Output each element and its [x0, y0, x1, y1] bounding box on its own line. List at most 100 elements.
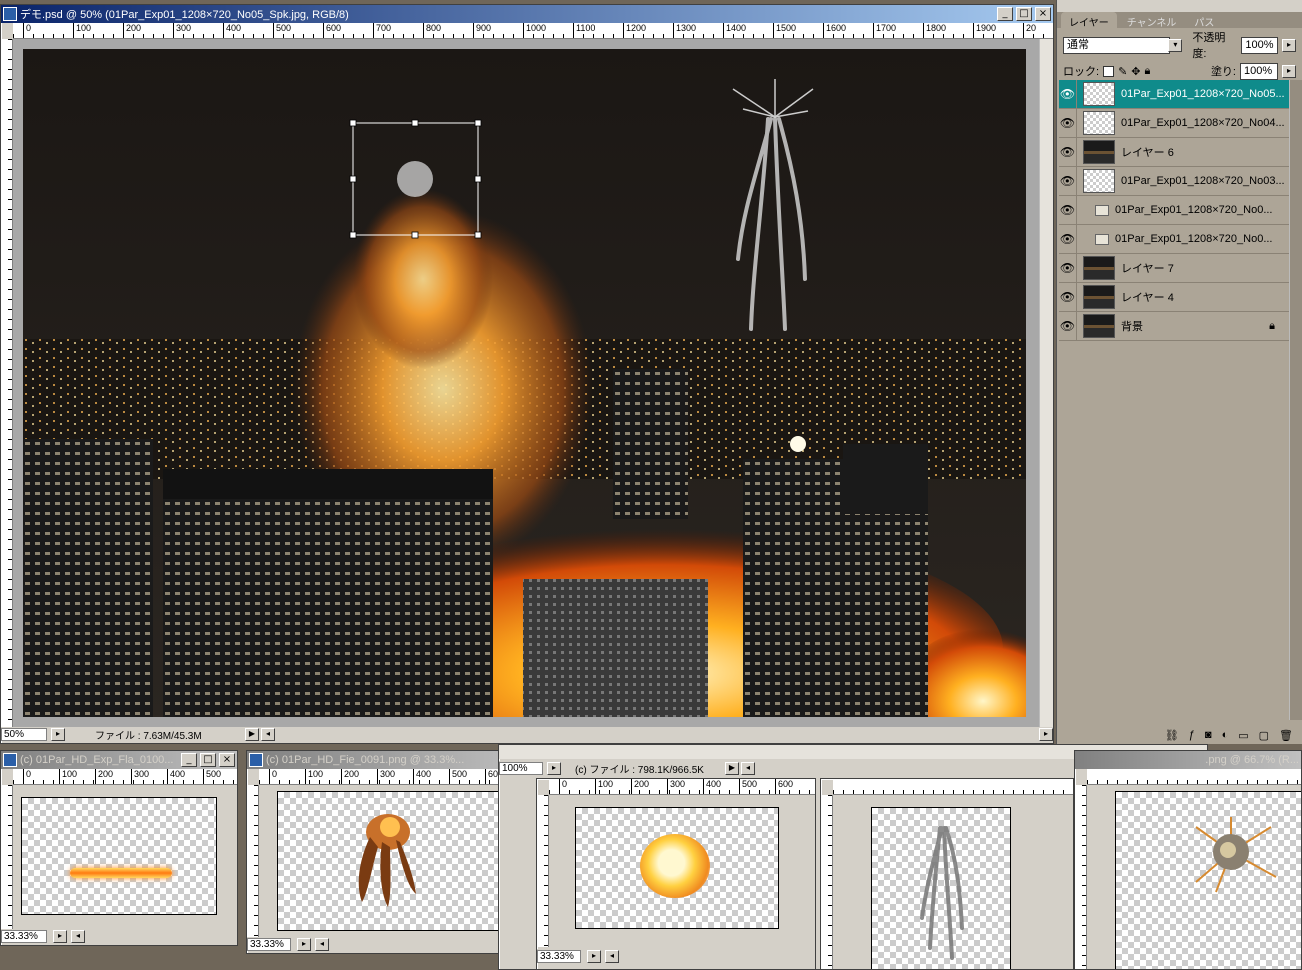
layer-row[interactable]: 👁︎ 01Par_Exp01_1208×720_No0...: [1059, 195, 1289, 225]
mask-icon[interactable]: ◙: [1205, 729, 1212, 741]
blend-mode-select[interactable]: 通常: [1063, 36, 1171, 54]
lock-brush-icon[interactable]: ✎: [1118, 65, 1127, 78]
lock-transparency-icon[interactable]: [1103, 65, 1115, 77]
status-menu-icon[interactable]: ▸: [53, 929, 67, 943]
scroll-left-icon[interactable]: ◂: [741, 761, 755, 775]
close-button[interactable]: ×: [1035, 7, 1051, 21]
eye-icon[interactable]: 👁︎: [1059, 79, 1077, 109]
explosion-graphic: [640, 834, 710, 898]
ruler-tick-label: 300: [377, 769, 395, 784]
tab-paths[interactable]: パス: [1186, 12, 1222, 29]
sub-3-zoom[interactable]: 100%: [499, 761, 543, 775]
sub-window-spark[interactable]: .png @ 66.7% (R...: [1074, 750, 1302, 970]
sub-1-zoom[interactable]: 33.33%: [1, 929, 47, 943]
sub-ruler-v[interactable]: [1075, 785, 1087, 969]
layer-row[interactable]: 👁︎ 背景 🔒︎: [1059, 311, 1289, 341]
sub-canvas-1[interactable]: [21, 797, 217, 915]
new-group-icon[interactable]: ▭: [1238, 729, 1248, 742]
scroll-left-icon[interactable]: ◂: [605, 949, 619, 963]
status-menu-icon[interactable]: ▸: [587, 949, 601, 963]
sub-ruler-v[interactable]: [1, 785, 13, 929]
lock-all-icon[interactable]: 🔒︎: [1145, 65, 1151, 78]
sub-window-2-titlebar[interactable]: (c) 01Par_HD_Fie_0091.png @ 33.3%... _: [247, 751, 531, 769]
close-button[interactable]: ×: [219, 753, 235, 767]
scroll-left-icon[interactable]: ◂: [71, 929, 85, 943]
layer-style-icon[interactable]: ƒ: [1189, 729, 1195, 741]
sub-4-zoom[interactable]: 33.33%: [537, 949, 581, 963]
sub-window-explosion[interactable]: 0 100 200 300 400 500 600 33.33% ▸ ◂: [536, 778, 816, 970]
ruler-tick-label: 500: [273, 23, 291, 38]
new-layer-icon[interactable]: ▢: [1259, 729, 1269, 742]
sub-window-1-titlebar[interactable]: (c) 01Par_HD_Exp_Fla_0100... _ □ ×: [1, 751, 237, 769]
maximize-button[interactable]: □: [200, 753, 216, 767]
sub-ruler-h[interactable]: 0100200300400500600: [13, 769, 237, 785]
trash-icon[interactable]: 🗑︎: [1279, 729, 1293, 742]
sub-ruler-h[interactable]: [833, 779, 1073, 795]
vertical-ruler[interactable]: [1, 39, 13, 727]
sub-2-zoom[interactable]: 33.33%: [247, 937, 291, 951]
minimize-button[interactable]: _: [181, 753, 197, 767]
eye-icon[interactable]: 👁︎: [1059, 137, 1077, 167]
layer-row[interactable]: 👁︎ レイヤー 4: [1059, 282, 1289, 312]
eye-icon[interactable]: 👁︎: [1059, 108, 1077, 138]
lock-move-icon[interactable]: ✥: [1131, 65, 1140, 78]
sub-ruler-v[interactable]: [821, 795, 833, 969]
layer-row[interactable]: 👁︎ 01Par_Exp01_1208×720_No03...: [1059, 166, 1289, 196]
main-window-titlebar[interactable]: デモ.psd @ 50% (01Par_Exp01_1208×720_No05_…: [1, 5, 1053, 23]
horizontal-ruler[interactable]: 0 100 200 300 400 500 600 700 800 900 1000 1100 1200…: [13, 23, 1053, 39]
sub-ruler-v[interactable]: [537, 795, 549, 947]
sub-ruler-h[interactable]: [1087, 769, 1301, 785]
status-arrow-icon[interactable]: ▶: [245, 727, 259, 741]
scroll-left-icon[interactable]: ◂: [315, 937, 329, 951]
sub-window-1[interactable]: (c) 01Par_HD_Exp_Fla_0100... _ □ × 0 100 2…: [0, 750, 238, 946]
zoom-level[interactable]: 50%: [1, 727, 47, 741]
eye-icon[interactable]: 👁︎: [1059, 311, 1077, 341]
sub-canvas-5[interactable]: [1115, 791, 1301, 969]
chevron-down-icon[interactable]: ▾: [1168, 38, 1183, 52]
status-arrow-icon[interactable]: ▶: [725, 761, 739, 775]
panel-titlebar[interactable]: [1057, 0, 1302, 12]
eye-icon[interactable]: 👁︎: [1059, 224, 1077, 254]
fill-input[interactable]: 100%: [1240, 62, 1278, 80]
scroll-left-icon[interactable]: ◂: [261, 727, 275, 741]
layer-row[interactable]: 👁︎ 01Par_Exp01_1208×720_No05...: [1059, 79, 1289, 109]
tab-layers[interactable]: レイヤー: [1061, 12, 1117, 29]
opacity-arrow-icon[interactable]: ▸: [1282, 38, 1297, 52]
sub-window-2[interactable]: (c) 01Par_HD_Fie_0091.png @ 33.3%... _ 0…: [246, 750, 532, 954]
minimize-button[interactable]: _: [997, 7, 1013, 21]
eye-icon[interactable]: 👁︎: [1059, 253, 1077, 283]
sub-ruler-h[interactable]: 0100200300400500600: [259, 769, 531, 785]
link-icon[interactable]: ⛓︎: [1165, 729, 1179, 742]
composite-image[interactable]: [23, 49, 1026, 717]
sub-window-2-title: (c) 01Par_HD_Fie_0091.png @ 33.3%...: [266, 754, 465, 766]
eye-icon[interactable]: 👁︎: [1059, 195, 1077, 225]
maximize-button[interactable]: □: [1016, 7, 1032, 21]
scroll-right-icon[interactable]: ▸: [1039, 727, 1053, 741]
sub-canvas-2[interactable]: [277, 791, 505, 931]
layer-row[interactable]: 👁︎ レイヤー 6: [1059, 137, 1289, 167]
main-vertical-scrollbar[interactable]: [1039, 39, 1053, 727]
opacity-input[interactable]: 100%: [1241, 36, 1279, 54]
sub-ruler-v[interactable]: [247, 785, 259, 937]
layers-scrollbar[interactable]: [1289, 80, 1302, 720]
sub-window-smoke[interactable]: [820, 778, 1074, 970]
adjustment-icon[interactable]: ◐: [1222, 729, 1229, 741]
ruler-tick-label: 100: [595, 779, 613, 794]
fill-arrow-icon[interactable]: ▸: [1282, 64, 1296, 78]
sub-ruler-h[interactable]: 0100200300400500600: [549, 779, 815, 795]
status-menu-icon[interactable]: ▸: [51, 727, 65, 741]
layer-row[interactable]: 👁︎ 01Par_Exp01_1208×720_No04...: [1059, 108, 1289, 138]
sub-canvas-3[interactable]: [575, 807, 779, 929]
layer-list: 👁︎ 01Par_Exp01_1208×720_No05... 👁︎ 01Par_E…: [1059, 79, 1289, 350]
sub-canvas-4[interactable]: [871, 807, 1011, 969]
eye-icon[interactable]: 👁︎: [1059, 282, 1077, 312]
folder-icon: [1095, 233, 1109, 245]
layer-row[interactable]: 👁︎ 01Par_Exp01_1208×720_No0...: [1059, 224, 1289, 254]
layer-row[interactable]: 👁︎ レイヤー 7: [1059, 253, 1289, 283]
tab-channels[interactable]: チャンネル: [1119, 12, 1185, 29]
status-menu-icon[interactable]: ▸: [297, 937, 311, 951]
canvas-area[interactable]: [13, 39, 1039, 727]
eye-icon[interactable]: 👁︎: [1059, 166, 1077, 196]
sub-window-5-titlebar[interactable]: .png @ 66.7% (R...: [1075, 751, 1301, 769]
status-menu-icon[interactable]: ▸: [547, 761, 561, 775]
